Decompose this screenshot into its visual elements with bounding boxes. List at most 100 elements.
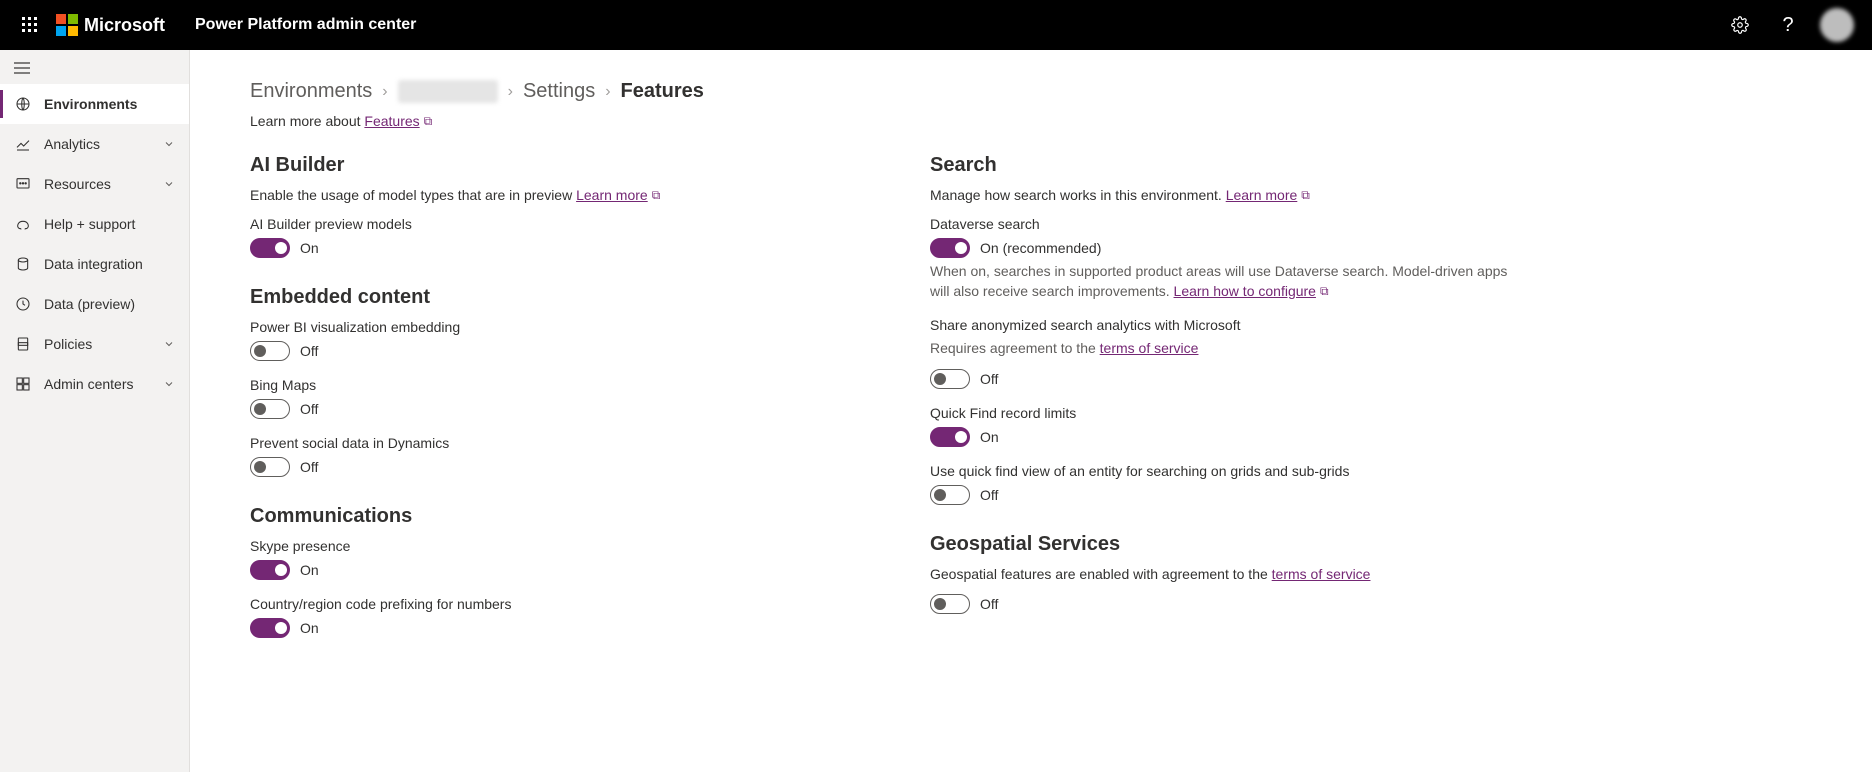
setting-label: Country/region code prefixing for number… [250,596,850,612]
brand-text: Microsoft [84,15,165,36]
toggle-state: On [300,620,319,636]
learn-more-row: Learn more about Features⧉ [250,113,1812,130]
section-title: Communications [250,505,850,528]
admin-centers-icon [14,376,32,392]
sidebar-item-admin-centers[interactable]: Admin centers [0,364,189,404]
features-link[interactable]: Features [364,113,419,129]
chevron-down-icon [163,138,175,150]
chevron-down-icon [163,338,175,350]
external-link-icon: ⧉ [652,188,661,202]
toggle-state: On [300,240,319,256]
section-ai-builder: AI Builder Enable the usage of model typ… [250,154,850,258]
policies-icon [14,336,32,352]
geo-terms-link[interactable]: terms of service [1272,566,1371,582]
search-learn-more-link[interactable]: Learn more [1226,187,1298,203]
toggle-state: Off [300,401,318,417]
left-column: AI Builder Enable the usage of model typ… [250,154,850,666]
sidebar-item-label: Admin centers [44,376,151,392]
setting-skype-presence: Skype presence On [250,538,850,580]
toggle-state: Off [980,596,998,612]
setting-quick-find-view: Use quick find view of an entity for sea… [930,463,1530,505]
sidebar-item-label: Analytics [44,136,151,152]
sidebar-collapse-button[interactable] [0,56,189,84]
question-icon: ? [1782,14,1793,37]
setting-geospatial: Off [930,594,1530,614]
toggle-state: On (recommended) [980,240,1101,256]
toggle-quick-find-view[interactable] [930,485,970,505]
microsoft-logo[interactable]: Microsoft [56,14,165,36]
right-column: Search Manage how search works in this e… [930,154,1530,666]
sidebar-item-data-preview[interactable]: Data (preview) [0,284,189,324]
section-embedded-content: Embedded content Power BI visualization … [250,286,850,477]
toggle-bing-maps[interactable] [250,399,290,419]
user-avatar[interactable] [1820,8,1854,42]
sidebar-item-label: Help + support [44,216,175,232]
sidebar-item-data-integration[interactable]: Data integration [0,244,189,284]
toggle-ai-builder-preview[interactable] [250,238,290,258]
microsoft-logo-icon [56,14,78,36]
toggle-geospatial[interactable] [930,594,970,614]
toggle-share-analytics[interactable] [930,369,970,389]
environments-icon [14,96,32,112]
toggle-skype-presence[interactable] [250,560,290,580]
sidebar-item-environments[interactable]: Environments [0,84,189,124]
setting-label: Prevent social data in Dynamics [250,435,850,451]
toggle-state: Off [980,371,998,387]
setting-ai-builder-preview: AI Builder preview models On [250,216,850,258]
setting-bing-maps: Bing Maps Off [250,377,850,419]
toggle-state: Off [300,459,318,475]
chevron-right-icon: › [508,83,513,101]
sidebar: Environments Analytics Resources H [0,50,190,772]
section-description: Manage how search works in this environm… [930,187,1530,204]
toggle-state: Off [980,487,998,503]
setting-quick-find-limits: Quick Find record limits On [930,405,1530,447]
sidebar-item-label: Data integration [44,256,175,272]
toggle-quick-find-limits[interactable] [930,427,970,447]
section-title: Embedded content [250,286,850,309]
toggle-prevent-social-data[interactable] [250,457,290,477]
help-button[interactable]: ? [1764,0,1812,50]
sidebar-item-analytics[interactable]: Analytics [0,124,189,164]
breadcrumb-settings[interactable]: Settings [523,80,595,103]
data-integration-icon [14,256,32,272]
section-communications: Communications Skype presence On Country… [250,505,850,638]
settings-button[interactable] [1716,0,1764,50]
app-launcher-button[interactable] [10,0,50,50]
setting-powerbi-embedding: Power BI visualization embedding Off [250,319,850,361]
gear-icon [1731,16,1749,34]
setting-label: Dataverse search [930,216,1530,232]
section-search: Search Manage how search works in this e… [930,154,1530,505]
external-link-icon: ⧉ [1320,284,1329,298]
toggle-state: On [980,429,999,445]
setting-dataverse-search: Dataverse search On (recommended) When o… [930,216,1530,301]
setting-share-analytics: Share anonymized search analytics with M… [930,317,1530,389]
configure-link[interactable]: Learn how to configure [1174,283,1316,299]
sidebar-item-policies[interactable]: Policies [0,324,189,364]
toggle-state: Off [300,343,318,359]
setting-label: Power BI visualization embedding [250,319,850,335]
help-support-icon [14,216,32,232]
toggle-country-code-prefix[interactable] [250,618,290,638]
section-geospatial: Geospatial Services Geospatial features … [930,533,1530,614]
setting-label: Share anonymized search analytics with M… [930,317,1530,333]
setting-label: Quick Find record limits [930,405,1530,421]
section-title: AI Builder [250,154,850,177]
global-header: Microsoft Power Platform admin center ? [0,0,1872,50]
breadcrumb-environment-name[interactable]: xxxx [398,80,498,103]
resources-icon [14,176,32,192]
section-title: Search [930,154,1530,177]
chevron-right-icon: › [605,83,610,101]
chevron-down-icon [163,178,175,190]
terms-of-service-link[interactable]: terms of service [1100,340,1199,356]
toggle-powerbi-embedding[interactable] [250,341,290,361]
breadcrumb: Environments › xxxx › Settings › Feature… [250,80,1812,103]
sidebar-item-label: Environments [44,96,175,112]
sidebar-item-label: Resources [44,176,151,192]
toggle-dataverse-search[interactable] [930,238,970,258]
analytics-icon [14,136,32,152]
sidebar-item-resources[interactable]: Resources [0,164,189,204]
sidebar-item-help-support[interactable]: Help + support [0,204,189,244]
setting-label: Use quick find view of an entity for sea… [930,463,1530,479]
ai-builder-learn-more-link[interactable]: Learn more [576,187,648,203]
breadcrumb-environments[interactable]: Environments [250,80,372,103]
